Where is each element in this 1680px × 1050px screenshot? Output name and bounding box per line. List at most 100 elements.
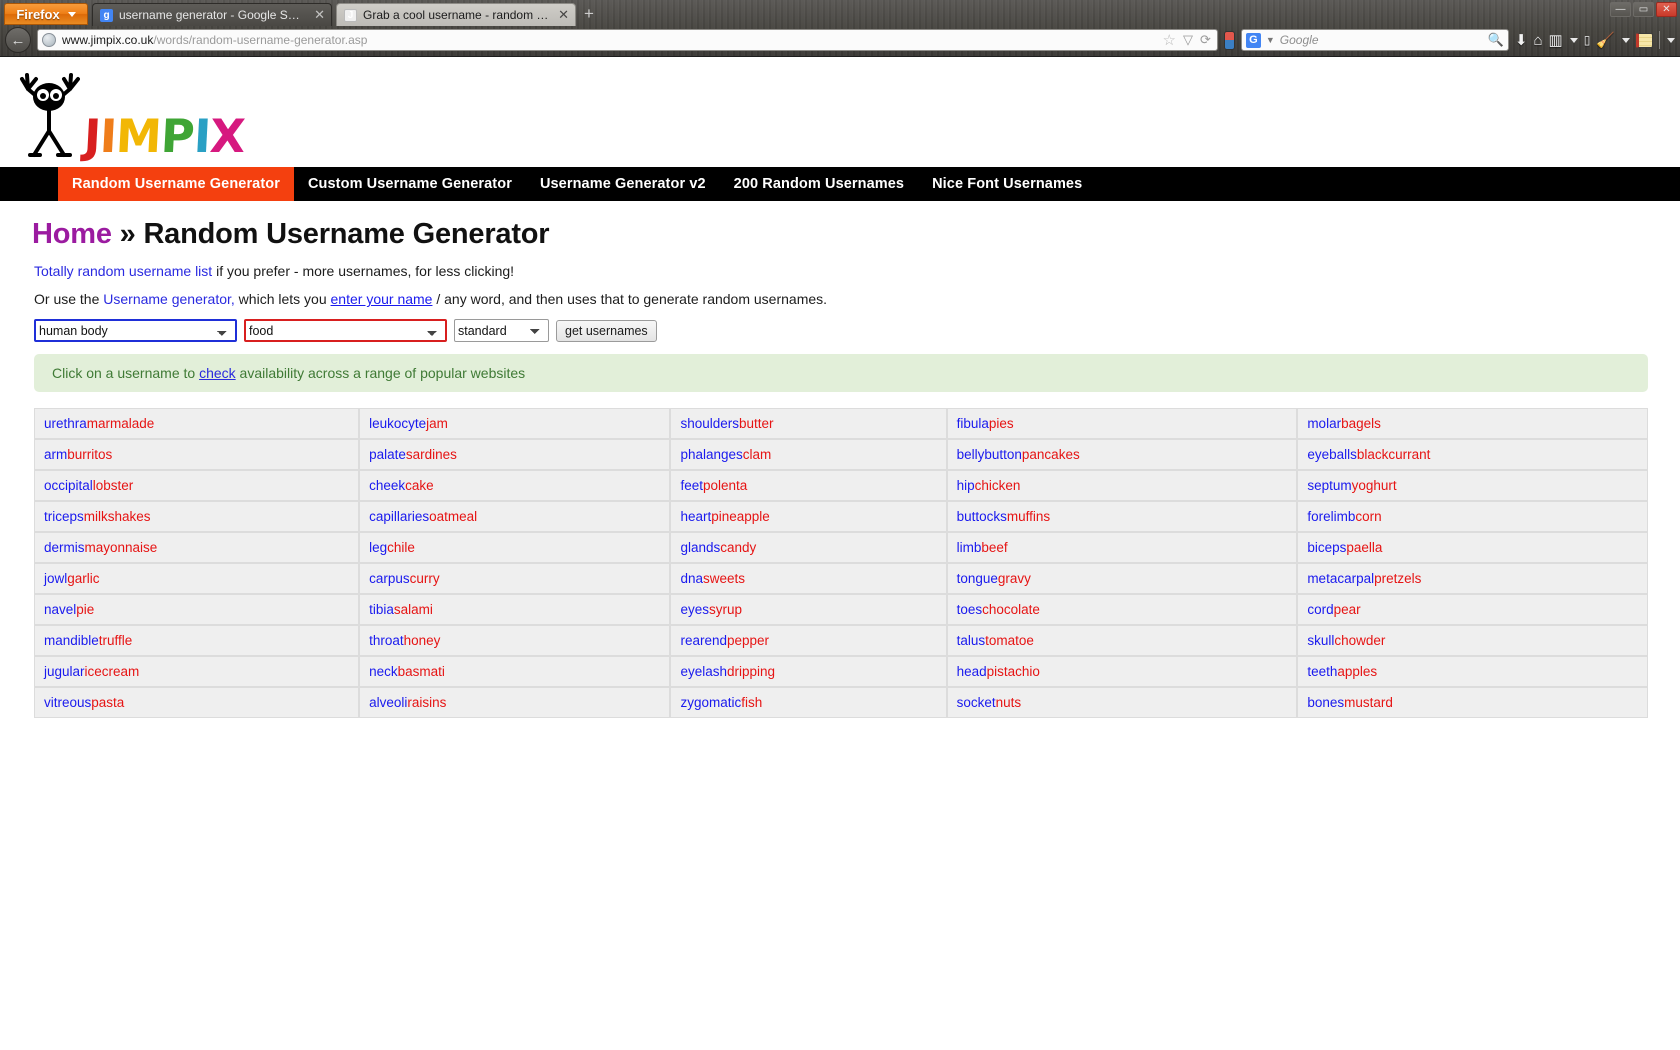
username-cell[interactable]: occipitallobster	[34, 470, 359, 501]
username-cell[interactable]: cheekcake	[359, 470, 670, 501]
chevron-down-icon[interactable]	[1622, 38, 1630, 43]
username-cell[interactable]: teethapples	[1297, 656, 1648, 687]
username-cell[interactable]: jugularicecream	[34, 656, 359, 687]
breadcrumb-separator: »	[112, 218, 144, 250]
username-cell[interactable]: urethramarmalade	[34, 408, 359, 439]
address-bar[interactable]: www.jimpix.co.uk/words/random-username-g…	[37, 29, 1218, 51]
username-cell[interactable]: heartpineapple	[670, 501, 946, 532]
username-cell[interactable]: skullchowder	[1297, 625, 1648, 656]
search-input[interactable]: Google	[1280, 33, 1483, 47]
username-body-part: zygomatic	[680, 695, 741, 710]
username-cell[interactable]: eyeballsblackcurrant	[1297, 439, 1648, 470]
username-cell[interactable]: bonesmustard	[1297, 687, 1648, 718]
chevron-down-icon[interactable]	[1667, 38, 1675, 43]
username-cell[interactable]: limbbeef	[947, 532, 1298, 563]
username-cell[interactable]: forelimbcorn	[1297, 501, 1648, 532]
notepad-icon[interactable]	[1636, 33, 1653, 48]
username-cell[interactable]: glandscandy	[670, 532, 946, 563]
username-cell[interactable]: cordpear	[1297, 594, 1648, 625]
style-select[interactable]: standard	[454, 319, 549, 342]
username-cell[interactable]: mandibletruffle	[34, 625, 359, 656]
site-logo[interactable]: J I M P I X	[0, 57, 1680, 167]
star-icon[interactable]: ☆	[1163, 31, 1176, 49]
username-food-word: pistachio	[987, 664, 1040, 679]
username-cell[interactable]: headpistachio	[947, 656, 1298, 687]
username-cell[interactable]: metacarpalpretzels	[1297, 563, 1648, 594]
username-cell[interactable]: bellybuttonpancakes	[947, 439, 1298, 470]
username-cell[interactable]: tonguegravy	[947, 563, 1298, 594]
nav-item-username-generator-v2[interactable]: Username Generator v2	[526, 167, 720, 201]
username-cell[interactable]: fibulapies	[947, 408, 1298, 439]
breadcrumb-home-link[interactable]: Home	[32, 218, 112, 250]
username-cell[interactable]: rearendpepper	[670, 625, 946, 656]
username-cell[interactable]: carpuscurry	[359, 563, 670, 594]
username-cell[interactable]: phalangesclam	[670, 439, 946, 470]
chevron-down-icon[interactable]	[1570, 38, 1578, 43]
username-cell[interactable]: toeschocolate	[947, 594, 1298, 625]
home-icon[interactable]: ⌂	[1533, 32, 1542, 49]
search-icon[interactable]: 🔍	[1488, 32, 1504, 48]
nav-item-200-random-usernames[interactable]: 200 Random Usernames	[720, 167, 918, 201]
username-cell[interactable]: eyelashdripping	[670, 656, 946, 687]
username-cell[interactable]: capillariesoatmeal	[359, 501, 670, 532]
username-cell[interactable]: dermismayonnaise	[34, 532, 359, 563]
username-cell[interactable]: shouldersbutter	[670, 408, 946, 439]
username-cell[interactable]: bicepspaella	[1297, 532, 1648, 563]
adblock-icon[interactable]: 🧹	[1596, 31, 1615, 49]
username-cell[interactable]: legchile	[359, 532, 670, 563]
enter-your-name-link[interactable]: enter your name	[331, 291, 433, 307]
username-food-word: oatmeal	[429, 509, 477, 524]
downloads-icon[interactable]: ⬇	[1515, 31, 1528, 49]
username-cell[interactable]: armburritos	[34, 439, 359, 470]
username-cell[interactable]: septumyoghurt	[1297, 470, 1648, 501]
username-cell[interactable]: buttocksmuffins	[947, 501, 1298, 532]
username-cell[interactable]: socketnuts	[947, 687, 1298, 718]
reload-icon[interactable]: ⟳	[1200, 32, 1211, 48]
username-cell[interactable]: tibiasalami	[359, 594, 670, 625]
maximize-button[interactable]: ▭	[1633, 2, 1654, 17]
browser-tab-1[interactable]: g username generator - Google Search ✕	[92, 3, 332, 26]
nav-item-random-username-generator[interactable]: Random Username Generator	[58, 167, 294, 201]
close-window-button[interactable]: ✕	[1656, 2, 1677, 17]
pocket-list-icon[interactable]: ▯	[1584, 33, 1591, 47]
totally-random-list-link[interactable]: Totally random username list	[34, 263, 212, 279]
username-food-word: chicken	[975, 478, 1021, 493]
pocket-icon[interactable]	[1224, 31, 1235, 50]
chevron-down-icon[interactable]: ▽	[1183, 32, 1193, 48]
username-cell[interactable]: dnasweets	[670, 563, 946, 594]
check-availability-link[interactable]: check	[199, 365, 236, 381]
close-tab-icon[interactable]: ✕	[558, 7, 569, 23]
username-cell[interactable]: tricepsmilkshakes	[34, 501, 359, 532]
username-body-part: forelimb	[1307, 509, 1355, 524]
back-arrow-icon[interactable]: ←	[5, 27, 31, 53]
new-tab-button[interactable]: +	[584, 4, 594, 24]
username-cell[interactable]: throathoney	[359, 625, 670, 656]
search-bar[interactable]: G ▼ Google 🔍	[1241, 29, 1509, 51]
category-1-select[interactable]: human body	[34, 319, 237, 342]
bookmarks-icon[interactable]: ▥	[1549, 31, 1563, 49]
username-cell[interactable]: neckbasmati	[359, 656, 670, 687]
username-cell[interactable]: palatesardines	[359, 439, 670, 470]
username-cell[interactable]: zygomaticfish	[670, 687, 946, 718]
category-2-select[interactable]: food	[244, 319, 447, 342]
username-cell[interactable]: eyessyrup	[670, 594, 946, 625]
close-tab-icon[interactable]: ✕	[314, 7, 325, 23]
username-cell[interactable]: alveoliraisins	[359, 687, 670, 718]
minimize-button[interactable]: —	[1610, 2, 1631, 17]
chevron-down-icon[interactable]: ▼	[1266, 35, 1275, 45]
username-cell[interactable]: feetpolenta	[670, 470, 946, 501]
get-usernames-button[interactable]: get usernames	[556, 320, 657, 342]
firefox-menu-button[interactable]: Firefox	[4, 3, 88, 25]
username-cell[interactable]: vitreouspasta	[34, 687, 359, 718]
username-cell[interactable]: navelpie	[34, 594, 359, 625]
username-cell[interactable]: leukocytejam	[359, 408, 670, 439]
username-cell[interactable]: talustomatoe	[947, 625, 1298, 656]
username-body-part: rearend	[680, 633, 727, 648]
username-cell[interactable]: jowlgarlic	[34, 563, 359, 594]
username-cell[interactable]: molarbagels	[1297, 408, 1648, 439]
username-cell[interactable]: hipchicken	[947, 470, 1298, 501]
username-generator-link[interactable]: Username generator,	[103, 291, 235, 307]
browser-tab-2[interactable]: J Grab a cool username - random user... …	[336, 3, 576, 26]
nav-item-nice-font-usernames[interactable]: Nice Font Usernames	[918, 167, 1096, 201]
nav-item-custom-username-generator[interactable]: Custom Username Generator	[294, 167, 526, 201]
